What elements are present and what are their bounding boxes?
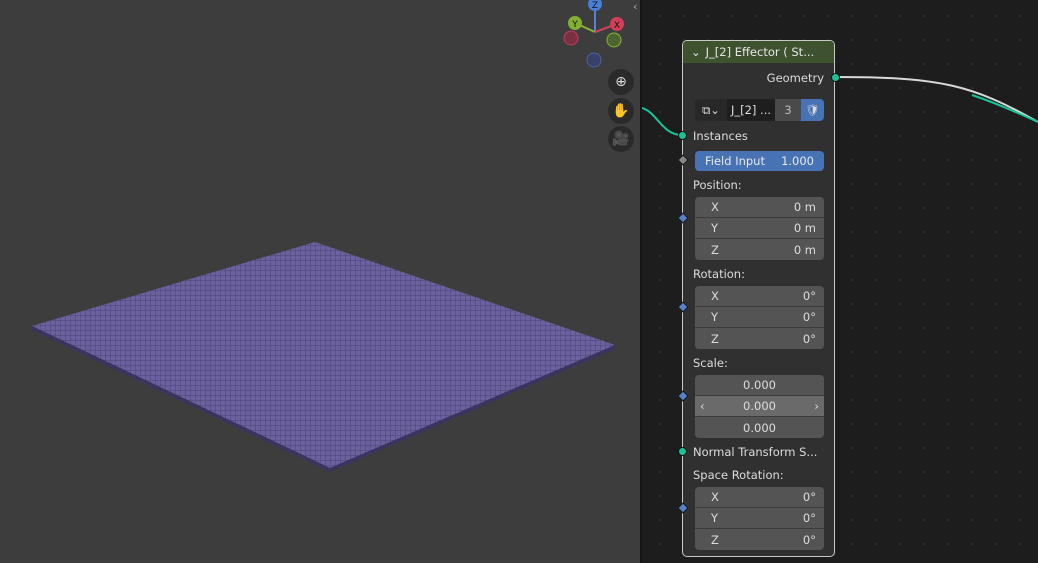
space-rotation-y-field[interactable]: Y 0° — [695, 508, 824, 529]
position-x-field[interactable]: X0 m — [695, 197, 824, 218]
position-fields[interactable]: X0 m Y0 m Z0 m — [695, 197, 824, 260]
scale-y-field[interactable]: ‹ 0.000 › — [695, 396, 824, 417]
rotation-x-field[interactable]: X 0° — [695, 286, 824, 307]
node-title: J_[2] Effector ( St... — [705, 45, 815, 59]
rotation-fields[interactable]: X 0° Y 0° Z 0° — [695, 286, 824, 349]
node-group-selector[interactable]: ⧉⌄ J_[2] ... 3 🛡 — [695, 99, 824, 121]
scale-x-field[interactable]: 0.000 — [695, 375, 824, 396]
instances-input-socket[interactable] — [678, 131, 687, 140]
geometry-output-socket[interactable] — [831, 73, 840, 82]
hand-pan-icon[interactable]: ✋ — [608, 98, 634, 124]
chevron-left-icon[interactable]: ‹ — [633, 0, 637, 13]
space-rotation-label: Space Rotation: — [693, 468, 784, 482]
field-input-value: 1.000 — [781, 154, 814, 168]
decrement-arrow-icon: ‹ — [700, 399, 705, 413]
user-count: 3 — [775, 99, 801, 121]
output-geometry-label: Geometry — [766, 71, 824, 85]
group-name[interactable]: J_[2] ... — [727, 99, 775, 121]
3d-viewport[interactable]: Z Y X ⊕ ✋ 🎥 ‹ — [0, 0, 640, 563]
rotation-label: Rotation: — [693, 267, 745, 281]
space-rotation-z-field[interactable]: Z 0° — [695, 529, 824, 550]
camera-icon[interactable]: 🎥 — [608, 126, 634, 152]
zoom-icon[interactable]: ⊕ — [608, 69, 634, 95]
gizmo-x-label: X — [614, 21, 620, 31]
instances-label: Instances — [693, 129, 748, 143]
rotation-y-field[interactable]: Y 0° — [695, 307, 824, 328]
effector-node[interactable]: ⌄ J_[2] Effector ( St... Geometry ⧉⌄ J_[… — [677, 40, 840, 557]
position-z-field[interactable]: Z0 m — [695, 239, 824, 260]
field-input-field[interactable]: Field Input 1.000 — [695, 151, 824, 171]
normal-transform-socket[interactable] — [678, 447, 687, 456]
scale-fields[interactable]: 0.000 ‹ 0.000 › 0.000 — [695, 375, 824, 438]
space-rotation-fields[interactable]: X 0° Y 0° Z 0° — [695, 487, 824, 550]
gizmo-z-label: Z — [592, 1, 598, 11]
node-tree-icon[interactable]: ⧉⌄ — [695, 99, 727, 121]
axis-gizmo[interactable]: Z Y X — [563, 0, 624, 68]
increment-arrow-icon: › — [814, 399, 819, 413]
position-label: Position: — [693, 178, 742, 192]
collapse-chevron-icon[interactable]: ⌄ — [691, 45, 701, 59]
scale-label: Scale: — [693, 356, 728, 370]
rotation-z-field[interactable]: Z 0° — [695, 328, 824, 349]
position-y-field[interactable]: Y0 m — [695, 218, 824, 239]
node-header[interactable]: ⌄ J_[2] Effector ( St... — [683, 41, 834, 63]
space-rotation-x-field[interactable]: X 0° — [695, 487, 824, 508]
scale-z-field[interactable]: 0.000 — [695, 417, 824, 438]
plane-mesh: Z Y X — [32, 0, 624, 472]
normal-transform-label: Normal Transform S... — [693, 445, 818, 459]
gizmo-y-label: Y — [571, 20, 578, 30]
field-input-label: Field Input — [705, 154, 765, 168]
fake-user-shield-icon[interactable]: 🛡 — [801, 99, 824, 121]
